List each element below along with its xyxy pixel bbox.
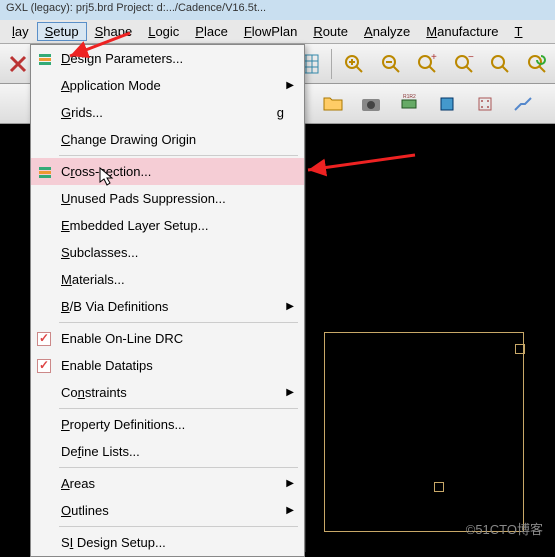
zoom-fit-icon[interactable] (484, 47, 516, 81)
menu-item-label: Application Mode (61, 78, 161, 93)
menu-logic[interactable]: Logic (140, 22, 187, 41)
menu-item-label: Enable On-Line DRC (61, 331, 183, 346)
menu-manufacture[interactable]: Manufacture (418, 22, 506, 41)
menu-item-label: Materials... (61, 272, 125, 287)
menu-item-label: Areas (61, 476, 95, 491)
zoom-minus-icon[interactable]: − (448, 47, 480, 81)
menu-item-b-b-via-definitions[interactable]: B/B Via Definitions ▶ (31, 293, 304, 320)
zoom-out-icon[interactable] (375, 47, 407, 81)
component-icon[interactable]: R1R2 (392, 87, 426, 121)
menu-item-label: Embedded Layer Setup... (61, 218, 208, 233)
menu-item-application-mode[interactable]: Application Mode ▶ (31, 72, 304, 99)
chevron-right-icon: ▶ (286, 80, 294, 91)
menu-item-label: Change Drawing Origin (61, 132, 196, 147)
menu-item-design-parameters[interactable]: Design Parameters... (31, 45, 304, 72)
chevron-right-icon: ▶ (286, 478, 294, 489)
menu-item-label: Subclasses... (61, 245, 138, 260)
menu-item-label: Enable Datatips (61, 358, 153, 373)
chevron-right-icon: ▶ (286, 505, 294, 516)
menu-item-label: Grids... (61, 105, 103, 120)
board-outline (324, 332, 524, 532)
menu-route[interactable]: Route (305, 22, 356, 41)
track-icon[interactable] (506, 87, 540, 121)
menu-item-areas[interactable]: Areas ▶ (31, 470, 304, 497)
chevron-right-icon: ▶ (286, 387, 294, 398)
menu-item-grids[interactable]: Grids... g (31, 99, 304, 126)
title-bar: GXL (legacy): prj5.brd Project: d:.../Ca… (0, 0, 555, 20)
toolbar-separator (331, 49, 332, 79)
canvas-marker (434, 482, 444, 492)
layers-icon (35, 162, 55, 182)
watermark: ©51CTO博客 (466, 519, 543, 538)
menu-item-property-definitions[interactable]: Property Definitions... (31, 411, 304, 438)
menu-lay[interactable]: lay (4, 22, 37, 41)
folder-icon[interactable] (316, 87, 350, 121)
menu-place[interactable]: Place (187, 22, 236, 41)
svg-text:R1R2: R1R2 (403, 94, 416, 100)
menu-analyze[interactable]: Analyze (356, 22, 418, 41)
menu-item-embedded-layer-setup[interactable]: Embedded Layer Setup... (31, 212, 304, 239)
menu-separator (59, 408, 298, 409)
menu-setup[interactable]: Setup (37, 22, 87, 41)
menu-separator (59, 322, 298, 323)
chip-tool-icon[interactable] (430, 87, 464, 121)
zoom-redo-icon[interactable] (521, 47, 553, 81)
pin-icon[interactable] (468, 87, 502, 121)
menu-separator (59, 467, 298, 468)
zoom-in-icon[interactable] (338, 47, 370, 81)
svg-text:+: + (431, 52, 437, 63)
zoom-plus-icon[interactable]: + (411, 47, 443, 81)
menu-item-change-drawing-origin[interactable]: Change Drawing Origin (31, 126, 304, 153)
params-icon (35, 49, 55, 69)
canvas-marker (515, 344, 525, 354)
checkbox-checked-icon (37, 332, 51, 346)
menu-flowplan[interactable]: FlowPlan (236, 22, 305, 41)
menu-item-constraints[interactable]: Constraints ▶ (31, 379, 304, 406)
menu-item-enable-datatips[interactable]: Enable Datatips (31, 352, 304, 379)
svg-text:−: − (468, 52, 474, 63)
menu-t[interactable]: T (507, 22, 531, 41)
menu-item-subclasses[interactable]: Subclasses... (31, 239, 304, 266)
menu-bar: laySetupShapeLogicPlaceFlowPlanRouteAnal… (0, 20, 555, 44)
menu-item-label: SI Design Setup... (61, 535, 166, 550)
menu-item-label: Property Definitions... (61, 417, 185, 432)
menu-item-label: Define Lists... (61, 444, 140, 459)
menu-item-cross-section[interactable]: Cross-section... (31, 158, 304, 185)
canvas-area[interactable] (305, 124, 555, 552)
menu-item-label: Outlines (61, 503, 109, 518)
menu-item-label: Cross-section... (61, 164, 151, 179)
menu-item-define-lists[interactable]: Define Lists... (31, 438, 304, 465)
shortcut-label: g (277, 105, 284, 120)
checkbox-checked-icon (37, 359, 51, 373)
menu-separator (59, 526, 298, 527)
menu-item-enable-on-line-drc[interactable]: Enable On-Line DRC (31, 325, 304, 352)
menu-item-label: B/B Via Definitions (61, 299, 168, 314)
menu-shape[interactable]: Shape (87, 22, 141, 41)
menu-item-materials[interactable]: Materials... (31, 266, 304, 293)
chevron-right-icon: ▶ (286, 301, 294, 312)
menu-item-outlines[interactable]: Outlines ▶ (31, 497, 304, 524)
menu-item-label: Constraints (61, 385, 127, 400)
menu-separator (59, 155, 298, 156)
menu-item-label: Design Parameters... (61, 51, 183, 66)
camera-icon[interactable] (354, 87, 388, 121)
menu-item-unused-pads-suppression[interactable]: Unused Pads Suppression... (31, 185, 304, 212)
setup-dropdown: Design Parameters... Application Mode ▶ Gri… (30, 44, 305, 557)
menu-item-label: Unused Pads Suppression... (61, 191, 226, 206)
